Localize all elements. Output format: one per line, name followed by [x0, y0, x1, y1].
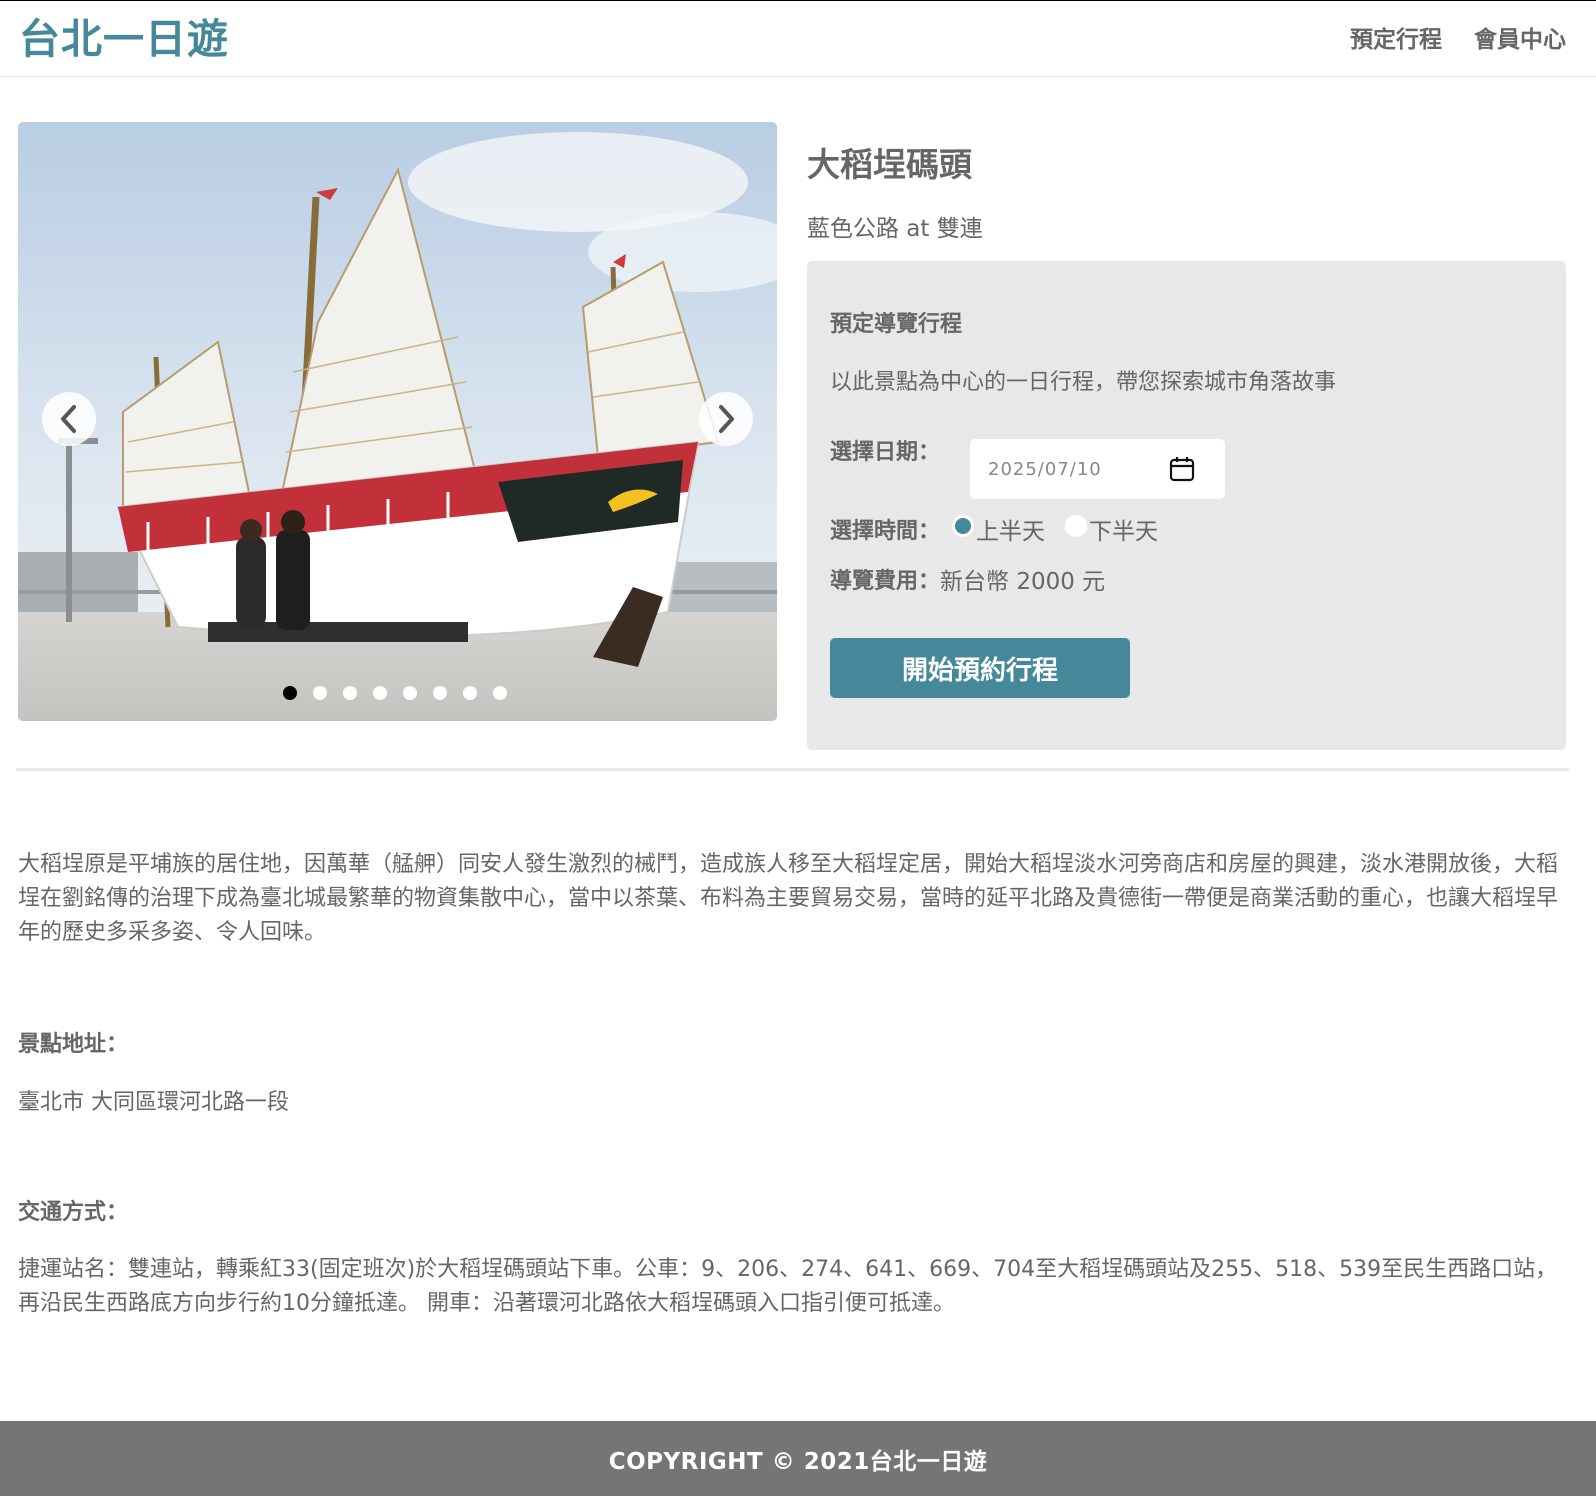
- date-label: 選擇日期：: [830, 440, 941, 465]
- address-heading: 景點地址：: [18, 1032, 129, 1057]
- carousel-dot[interactable]: [463, 686, 477, 700]
- time-row: 選擇時間： 上半天 下半天: [830, 515, 1166, 548]
- address-text: 臺北市 大同區環河北路一段: [18, 1090, 289, 1115]
- booking-description: 以此景點為中心的一日行程，帶您探索城市角落故事: [830, 370, 1337, 395]
- date-input[interactable]: 2025/07/10: [970, 439, 1225, 499]
- carousel-indicators: [283, 686, 507, 700]
- nav-item-booking[interactable]: 預定行程: [1350, 23, 1442, 57]
- copyright-text: COPYRIGHT © 2021台北一日遊: [608, 1448, 988, 1475]
- radio-afternoon-label: 下半天: [1089, 519, 1159, 545]
- nav-menu: 預定行程 會員中心: [1350, 23, 1566, 57]
- footer: COPYRIGHT © 2021台北一日遊: [0, 1421, 1596, 1496]
- fee-row: 導覽費用： 新台幣 2000 元: [830, 566, 1105, 598]
- carousel-dot[interactable]: [313, 686, 327, 700]
- carousel-prev-button[interactable]: [42, 392, 96, 446]
- radio-morning-label: 上半天: [976, 519, 1046, 545]
- transport-heading: 交通方式：: [18, 1200, 129, 1225]
- radio-afternoon-indicator[interactable]: [1065, 515, 1088, 537]
- booking-title: 預定導覽行程: [830, 312, 963, 337]
- time-label: 選擇時間：: [830, 519, 941, 544]
- top-navigation-bar: 台北一日遊 預定行程 會員中心: [0, 0, 1596, 77]
- attraction-photo: [18, 122, 777, 721]
- nav-item-member-center[interactable]: 會員中心: [1474, 23, 1566, 57]
- carousel-dot[interactable]: [403, 686, 417, 700]
- transport-text: 捷運站名：雙連站，轉乘紅33(固定班次)於大稻埕碼頭站下車。公車：9、206、2…: [18, 1257, 1558, 1316]
- attraction-category-mrt: 藍色公路 at 雙連: [807, 216, 983, 242]
- carousel-next-button[interactable]: [699, 392, 753, 446]
- fee-label: 導覽費用：: [830, 569, 941, 594]
- carousel-dot[interactable]: [283, 686, 297, 700]
- site-logo[interactable]: 台北一日遊: [19, 14, 229, 64]
- chevron-left-icon: [61, 405, 76, 433]
- calendar-icon[interactable]: [1169, 456, 1195, 482]
- radio-morning-indicator[interactable]: [952, 515, 975, 537]
- carousel-dot[interactable]: [373, 686, 387, 700]
- attraction-description: 大稻埕原是平埔族的居住地，因萬華（艋舺）同安人發生激烈的械鬥，造成族人移至大稻埕…: [18, 852, 1559, 945]
- chevron-right-icon: [719, 405, 734, 433]
- carousel-dot[interactable]: [493, 686, 507, 700]
- radio-afternoon[interactable]: 下半天: [1065, 515, 1166, 548]
- booking-form: 預定導覽行程 以此景點為中心的一日行程，帶您探索城市角落故事 選擇日期： 202…: [807, 261, 1566, 750]
- section-divider: [16, 768, 1569, 771]
- carousel-dot[interactable]: [343, 686, 357, 700]
- attraction-name: 大稻埕碼頭: [807, 145, 972, 184]
- radio-morning[interactable]: 上半天: [952, 515, 1053, 548]
- start-booking-button[interactable]: 開始預約行程: [830, 638, 1130, 698]
- date-value: 2025/07/10: [988, 458, 1102, 480]
- carousel-dot[interactable]: [433, 686, 447, 700]
- fee-value: 新台幣 2000 元: [940, 569, 1106, 595]
- attraction-image-carousel: [18, 122, 777, 721]
- date-row: 選擇日期：: [830, 437, 940, 469]
